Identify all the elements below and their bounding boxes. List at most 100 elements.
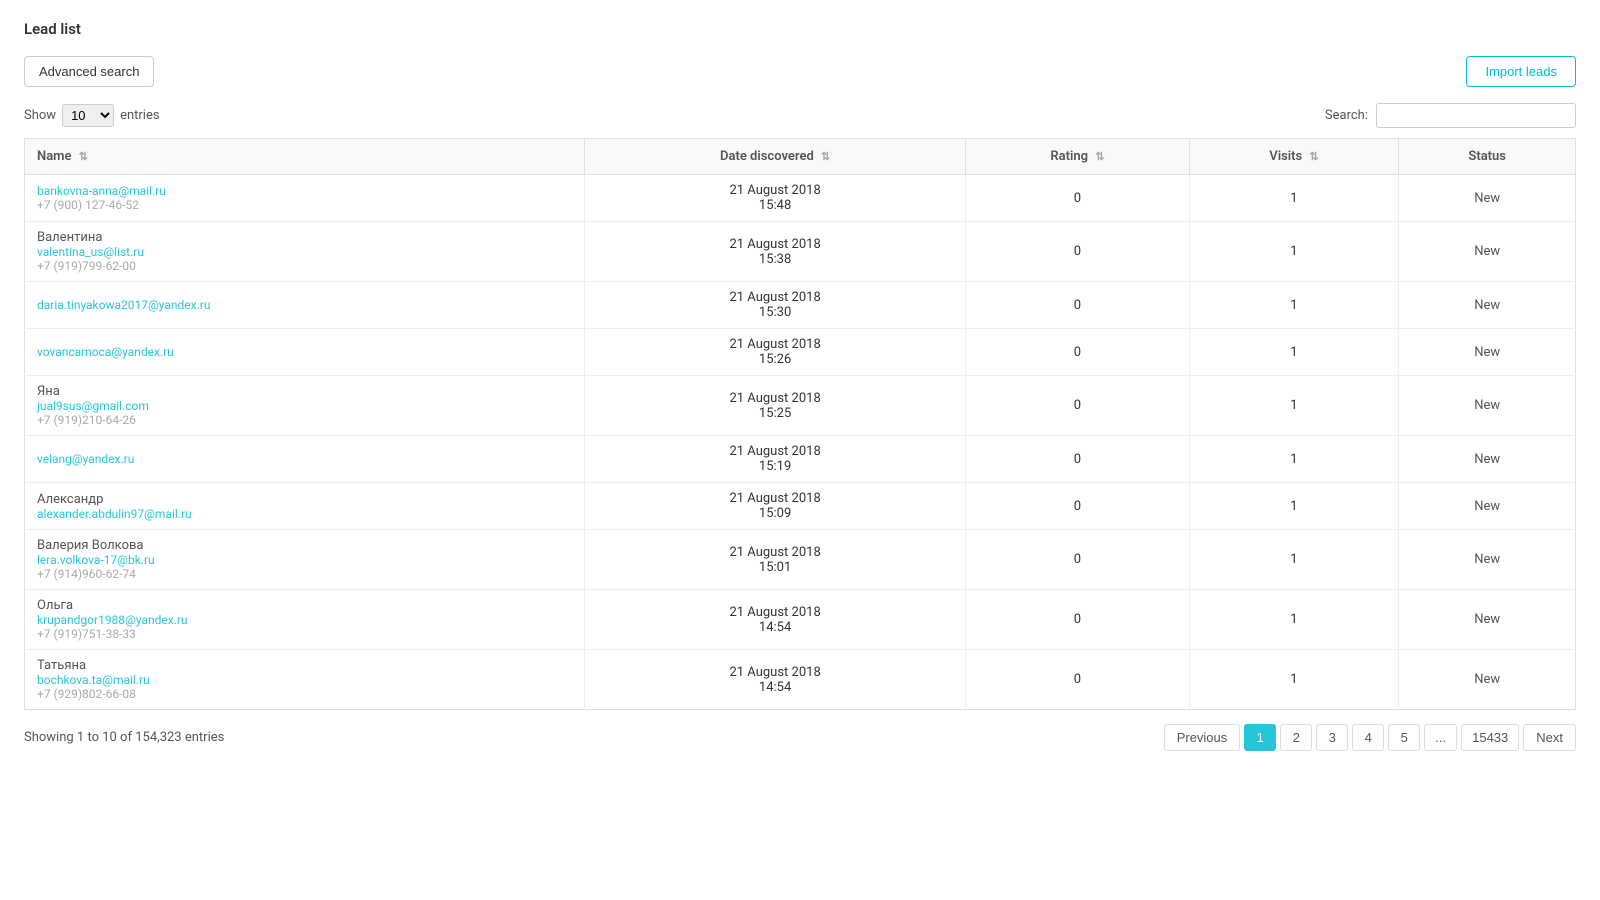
col-header-status: Status [1399,139,1576,175]
lead-phone: +7 (914)960-62-74 [37,567,572,581]
page-button-4[interactable]: 4 [1352,724,1384,751]
cell-visits-7: 1 [1189,530,1399,590]
pagination: Previous 1 2 3 4 5 ... 15433 Next [1164,724,1576,751]
cell-status-1: New [1399,222,1576,282]
page-button-2[interactable]: 2 [1280,724,1312,751]
cell-rating-3: 0 [966,329,1189,376]
lead-name: Валерия Волкова [37,538,572,553]
table-row[interactable]: daria.tinyakowa2017@yandex.ru21 August 2… [25,282,1576,329]
cell-status-5: New [1399,436,1576,483]
cell-date-1: 21 August 201815:38 [584,222,965,282]
cell-status-3: New [1399,329,1576,376]
lead-email[interactable]: krupandgor1988@yandex.ru [37,613,572,627]
show-entries: Show 10 25 50 100 entries [24,104,160,127]
col-header-visits[interactable]: Visits ⇅ [1189,139,1399,175]
lead-email[interactable]: daria.tinyakowa2017@yandex.ru [37,298,572,312]
table-row[interactable]: Валерия Волковаlera.volkova-17@bk.ru+7 (… [25,530,1576,590]
table-row[interactable]: Александрalexander.abdulin97@mail.ru21 A… [25,483,1576,530]
col-header-date[interactable]: Date discovered ⇅ [584,139,965,175]
table-row[interactable]: Татьянаbochkova.ta@mail.ru+7 (929)802-66… [25,650,1576,710]
table-header-row: Name ⇅ Date discovered ⇅ Rating ⇅ Visits… [25,139,1576,175]
cell-status-7: New [1399,530,1576,590]
cell-name-3: vovancamoca@yandex.ru [25,329,585,376]
cell-status-0: New [1399,175,1576,222]
next-button[interactable]: Next [1523,724,1576,751]
lead-email[interactable]: bochkova.ta@mail.ru [37,673,572,687]
lead-email[interactable]: lera.volkova-17@bk.ru [37,553,572,567]
toolbar: Advanced search Import leads [24,56,1576,87]
table-row[interactable]: velang@yandex.ru21 August 201815:1901New [25,436,1576,483]
lead-phone: +7 (919)210-64-26 [37,413,572,427]
lead-email[interactable]: alexander.abdulin97@mail.ru [37,507,572,521]
cell-rating-9: 0 [966,650,1189,710]
cell-rating-6: 0 [966,483,1189,530]
page-button-1[interactable]: 1 [1244,724,1276,751]
controls-row: Show 10 25 50 100 entries Search: [24,103,1576,128]
cell-name-2: daria.tinyakowa2017@yandex.ru [25,282,585,329]
table-row[interactable]: vovancamoca@yandex.ru 21 August 201815:26… [25,329,1576,376]
cell-status-2: New [1399,282,1576,329]
lead-name: Валентина [37,230,572,245]
cell-date-8: 21 August 201814:54 [584,590,965,650]
import-leads-button[interactable]: Import leads [1466,56,1576,87]
page-button-last[interactable]: 15433 [1461,724,1519,751]
cell-visits-6: 1 [1189,483,1399,530]
cell-status-6: New [1399,483,1576,530]
entries-select[interactable]: 10 25 50 100 [62,104,114,127]
cell-date-3: 21 August 201815:26 [584,329,965,376]
cell-date-5: 21 August 201815:19 [584,436,965,483]
cell-rating-7: 0 [966,530,1189,590]
cell-visits-2: 1 [1189,282,1399,329]
sort-icon-rating: ⇅ [1095,150,1104,163]
sort-icon-date: ⇅ [821,150,830,163]
cell-name-7: Валерия Волковаlera.volkova-17@bk.ru+7 (… [25,530,585,590]
cell-rating-1: 0 [966,222,1189,282]
search-input[interactable] [1376,103,1576,128]
cell-date-6: 21 August 201815:09 [584,483,965,530]
table-row[interactable]: Янаjual9sus@gmail.com+7 (919)210-64-2621… [25,376,1576,436]
lead-email[interactable]: vovancamoca@yandex.ru [37,345,572,359]
advanced-search-button[interactable]: Advanced search [24,56,154,87]
cell-rating-2: 0 [966,282,1189,329]
cell-rating-4: 0 [966,376,1189,436]
lead-phone: +7 (919)751-38-33 [37,627,572,641]
col-header-rating[interactable]: Rating ⇅ [966,139,1189,175]
page-button-5[interactable]: 5 [1388,724,1420,751]
showing-text: Showing 1 to 10 of 154,323 entries [24,730,224,745]
page-button-ellipsis: ... [1424,724,1457,751]
cell-name-1: Валентинаvalentina_us@list.ru+7 (919)799… [25,222,585,282]
cell-name-8: Ольгаkrupandgor1988@yandex.ru+7 (919)751… [25,590,585,650]
cell-rating-8: 0 [966,590,1189,650]
cell-visits-8: 1 [1189,590,1399,650]
cell-name-4: Янаjual9sus@gmail.com+7 (919)210-64-26 [25,376,585,436]
lead-email[interactable]: bankovna-anna@mail.ru [37,184,572,198]
cell-status-4: New [1399,376,1576,436]
page-button-3[interactable]: 3 [1316,724,1348,751]
lead-phone: +7 (919)799-62-00 [37,259,572,273]
lead-email[interactable]: velang@yandex.ru [37,452,572,466]
entries-label: entries [120,108,160,123]
cell-visits-4: 1 [1189,376,1399,436]
cell-rating-0: 0 [966,175,1189,222]
cell-status-8: New [1399,590,1576,650]
leads-table: Name ⇅ Date discovered ⇅ Rating ⇅ Visits… [24,138,1576,710]
cell-visits-0: 1 [1189,175,1399,222]
table-row[interactable]: Валентинаvalentina_us@list.ru+7 (919)799… [25,222,1576,282]
lead-phone: +7 (900) 127-46-52 [37,198,572,212]
cell-visits-1: 1 [1189,222,1399,282]
lead-name: Татьяна [37,658,572,673]
cell-name-6: Александрalexander.abdulin97@mail.ru [25,483,585,530]
cell-visits-9: 1 [1189,650,1399,710]
sort-icon-name: ⇅ [79,150,88,163]
cell-date-9: 21 August 201814:54 [584,650,965,710]
cell-name-5: velang@yandex.ru [25,436,585,483]
table-row[interactable]: bankovna-anna@mail.ru+7 (900) 127-46-522… [25,175,1576,222]
prev-button[interactable]: Previous [1164,724,1241,751]
sort-icon-visits: ⇅ [1309,150,1318,163]
col-header-name[interactable]: Name ⇅ [25,139,585,175]
search-box: Search: [1325,103,1576,128]
lead-name: Александр [37,492,572,507]
lead-email[interactable]: jual9sus@gmail.com [37,399,572,413]
lead-email[interactable]: valentina_us@list.ru [37,245,572,259]
table-row[interactable]: Ольгаkrupandgor1988@yandex.ru+7 (919)751… [25,590,1576,650]
